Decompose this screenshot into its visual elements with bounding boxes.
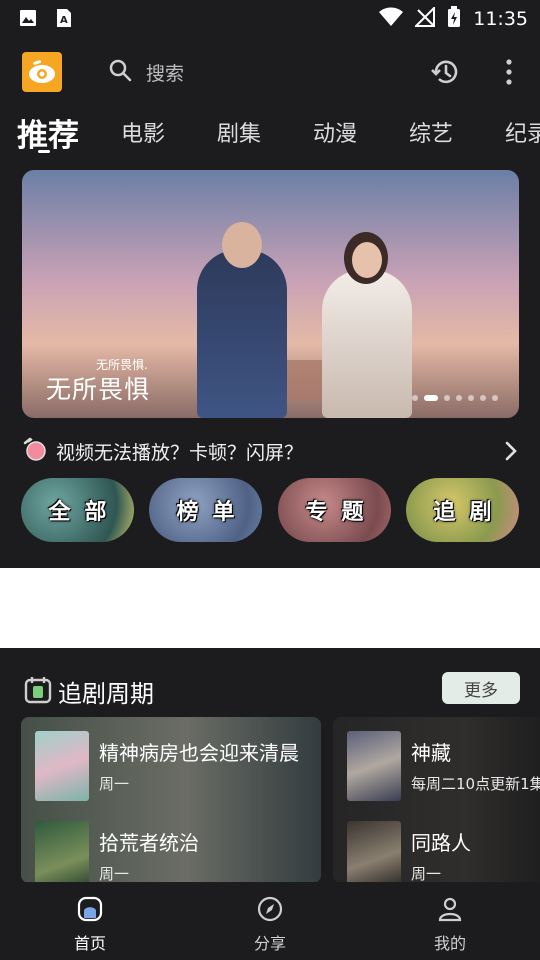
calendar-icon (24, 676, 52, 708)
poster-thumbnail (347, 821, 401, 883)
more-options-icon[interactable] (506, 58, 512, 90)
bottom-navigation: 首页 分享 我的 (0, 882, 540, 960)
banner-figure-left (197, 250, 287, 418)
item-schedule: 周一 (99, 865, 130, 883)
nav-profile-label: 我的 (433, 934, 466, 953)
banner-title: 无所畏惧 (46, 375, 151, 404)
category-all-button[interactable]: 全部 (21, 478, 134, 542)
carousel-dot[interactable] (424, 395, 438, 401)
tab-documentary[interactable]: 纪录 (505, 116, 540, 148)
home-icon (77, 896, 103, 926)
category-following-label: 追剧 (433, 500, 506, 525)
category-all-label: 全部 (48, 500, 121, 525)
item-title: 拾荒者统治 (99, 831, 199, 855)
carousel-dot[interactable] (444, 395, 450, 401)
item-title: 神藏 (411, 741, 451, 765)
image-notification-icon (18, 8, 38, 28)
clock: 11:35 (473, 8, 528, 30)
carousel-dot[interactable] (412, 395, 418, 401)
tab-anime[interactable]: 动漫 (313, 116, 357, 148)
chevron-right-icon (504, 440, 518, 466)
category-rankings-label: 榜单 (176, 500, 249, 525)
poster-thumbnail (35, 821, 89, 883)
nav-home-label: 首页 (73, 934, 106, 953)
search-input[interactable]: 搜索 (146, 59, 184, 86)
tab-recommend[interactable]: 推荐 (17, 110, 79, 155)
section-gap (0, 568, 540, 648)
item-schedule: 每周二10点更新1集 (411, 775, 540, 793)
schedule-title: 追剧周期 (58, 680, 154, 708)
svg-text:A: A (60, 15, 68, 26)
wifi-icon (379, 7, 404, 31)
poster-thumbnail (347, 731, 401, 801)
featured-banner[interactable]: 无所畏惧. 无所畏惧 (22, 170, 519, 418)
item-schedule: 周一 (411, 865, 442, 883)
poster-thumbnail (35, 731, 89, 801)
carousel-dot[interactable] (468, 395, 474, 401)
battery-charging-icon (447, 6, 461, 32)
no-signal-icon (413, 5, 436, 31)
carousel-dot[interactable] (480, 395, 486, 401)
nav-profile[interactable]: 我的 (410, 896, 490, 954)
category-tabs: 推荐 电影 剧集 动漫 综艺 纪录 (0, 110, 540, 156)
alarm-icon (22, 436, 48, 466)
category-following-button[interactable]: 追剧 (406, 478, 519, 542)
schedule-card: 精神病房也会迎来清晨 周一 拾荒者统治 周一 (21, 717, 321, 883)
profile-icon (437, 896, 463, 926)
item-title: 精神病房也会迎来清晨 (99, 741, 299, 765)
tab-series[interactable]: 剧集 (217, 116, 261, 148)
notice-text: 视频无法播放？卡顿？闪屏？ (56, 441, 304, 464)
category-topics-label: 专题 (305, 500, 378, 525)
item-title: 同路人 (411, 831, 471, 855)
playback-help-notice[interactable]: 视频无法播放？卡顿？闪屏？ (22, 436, 522, 466)
schedule-card: 神藏 每周二10点更新1集 同路人 周一 (333, 717, 540, 883)
carousel-indicator (412, 395, 498, 401)
search-row: 搜索 (0, 50, 540, 94)
tab-movies[interactable]: 电影 (121, 116, 165, 148)
tab-active-indicator (38, 150, 50, 153)
search-icon (108, 58, 132, 86)
list-item[interactable]: 同路人 周一 (347, 821, 540, 883)
category-topics-button[interactable]: 专题 (278, 478, 391, 542)
search-bar[interactable]: 搜索 (108, 58, 184, 86)
category-rankings-button[interactable]: 榜单 (149, 478, 262, 542)
top-area: A 11:35 搜索 推荐 电影 剧集 动漫 综艺 纪录 无所畏惧. 无所畏惧 … (0, 0, 540, 568)
list-item[interactable]: 神藏 每周二10点更新1集 (347, 731, 540, 801)
compass-icon (257, 896, 283, 926)
app-logo-icon (29, 60, 55, 83)
app-logo[interactable] (22, 52, 62, 92)
nav-share-label: 分享 (253, 934, 286, 953)
nav-share[interactable]: 分享 (230, 896, 310, 954)
font-notification-icon: A (54, 8, 74, 28)
more-button[interactable]: 更多 (442, 672, 520, 704)
tab-variety[interactable]: 综艺 (409, 116, 453, 148)
item-schedule: 周一 (99, 775, 130, 793)
carousel-dot[interactable] (456, 395, 462, 401)
history-icon[interactable] (430, 58, 460, 90)
quick-categories: 全部 榜单 专题 追剧 (21, 478, 521, 542)
banner-figure-right (322, 270, 412, 418)
nav-home[interactable]: 首页 (50, 896, 130, 954)
schedule-header: 追剧周期 更多 (22, 672, 520, 708)
carousel-dot[interactable] (492, 395, 498, 401)
status-bar: A 11:35 (0, 0, 540, 38)
list-item[interactable]: 精神病房也会迎来清晨 周一 (35, 731, 321, 801)
list-item[interactable]: 拾荒者统治 周一 (35, 821, 321, 883)
